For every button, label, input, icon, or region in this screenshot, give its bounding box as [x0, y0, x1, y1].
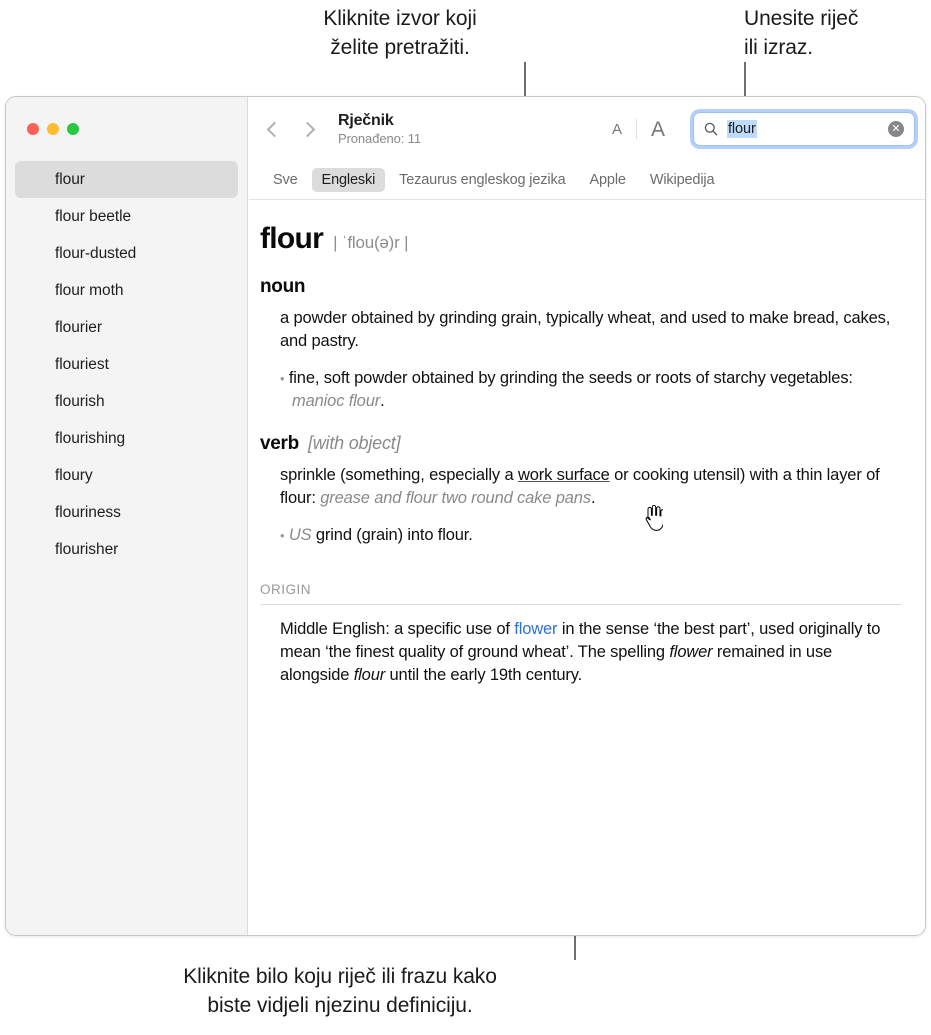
sidebar-item-label: flourier: [55, 318, 102, 336]
origin-text[interactable]: Middle English: a specific use of flower…: [280, 618, 903, 687]
search-value: flour: [727, 120, 757, 138]
sidebar-item-flourisher[interactable]: flourisher: [15, 531, 238, 568]
subsense-period: .: [380, 392, 385, 410]
sidebar-item-label: flour moth: [55, 281, 124, 299]
sidebar-item-flouriness[interactable]: flouriness: [15, 494, 238, 531]
sidebar-item-flour-moth[interactable]: flour moth: [15, 272, 238, 309]
sidebar-item-label: floury: [55, 466, 93, 484]
part-of-speech-noun: noun: [260, 276, 903, 298]
tab-wikipedija[interactable]: Wikipedija: [640, 168, 725, 192]
sidebar-item-flourish[interactable]: flourish: [15, 383, 238, 420]
subsense-example: manioc flour: [292, 392, 381, 410]
cross-reference-link[interactable]: work surface: [518, 466, 610, 484]
search-field-wrapper: flour ✕: [693, 112, 915, 146]
verb-period: .: [590, 489, 596, 507]
sidebar-item-label: flourish: [55, 392, 105, 410]
tab-apple[interactable]: Apple: [579, 168, 635, 192]
callout-search-field: Unesite riječ ili izraz.: [744, 7, 859, 59]
navigation-buttons: [266, 121, 316, 137]
callout-click-word: Kliknite bilo koju riječ ili frazu kako …: [183, 965, 497, 1017]
font-size-controls: A A: [598, 119, 679, 140]
toolbar: Rječnik Pronađeno: 11 A A flour ✕: [249, 97, 925, 161]
decrease-font-button[interactable]: A: [598, 122, 636, 137]
sidebar-item-flourier[interactable]: flourier: [15, 309, 238, 346]
chevron-right-icon[interactable]: [299, 121, 316, 137]
origin-italic-flour: flour: [353, 666, 386, 684]
subsense-text: fine, soft powder obtained by grinding t…: [288, 369, 853, 387]
sidebar-item-label: flouriness: [55, 503, 121, 521]
bullet-icon: •: [280, 371, 285, 386]
zoom-button[interactable]: [67, 123, 79, 135]
found-count: Pronađeno: 11: [338, 131, 422, 146]
sidebar-item-flour-beetle[interactable]: flour beetle: [15, 198, 238, 235]
source-tab-bar: Sve Engleski Tezaurus engleskog jezika A…: [249, 161, 925, 200]
sidebar-item-label: flourishing: [55, 429, 126, 447]
sidebar: flour flour beetle flour-dusted flour mo…: [6, 97, 248, 935]
sidebar-item-flour[interactable]: flour: [15, 161, 238, 198]
regional-label: US: [288, 526, 312, 544]
verb-subsense-1[interactable]: • US grind (grain) into flour.: [280, 524, 903, 547]
sidebar-item-floury[interactable]: floury: [15, 457, 238, 494]
tab-engleski[interactable]: Engleski: [311, 168, 386, 192]
origin-part-1: Middle English: a specific use of: [280, 620, 515, 638]
content-pane: Rječnik Pronađeno: 11 A A flour ✕ Sve En…: [249, 97, 925, 935]
origin-link-flower[interactable]: flower: [514, 620, 557, 638]
sidebar-item-flour-dusted[interactable]: flour-dusted: [15, 235, 238, 272]
sidebar-item-flouriest[interactable]: flouriest: [15, 346, 238, 383]
increase-font-button[interactable]: A: [637, 119, 679, 140]
origin-heading: ORIGIN: [260, 582, 902, 605]
part-of-speech-verb: verb [with object]: [260, 433, 903, 455]
pos-label: noun: [260, 276, 306, 297]
pronunciation: | ˈflou(ə)r |: [333, 233, 409, 252]
headword-row: flour | ˈflou(ə)r |: [260, 222, 903, 256]
verb-sense-1[interactable]: sprinkle (something, especially a work s…: [280, 464, 903, 510]
pos-label: verb: [260, 433, 299, 454]
page-title: Rječnik: [338, 112, 394, 129]
noun-subsense-1[interactable]: • fine, soft powder obtained by grinding…: [280, 367, 903, 413]
tab-sve[interactable]: Sve: [263, 168, 308, 192]
word-list: flour flour beetle flour-dusted flour mo…: [6, 161, 247, 568]
sidebar-item-label: flour beetle: [55, 207, 132, 225]
headword: flour: [260, 222, 324, 255]
noun-sense-1[interactable]: a powder obtained by grinding grain, typ…: [280, 307, 903, 353]
subsense-text: grind (grain) into flour.: [315, 526, 473, 544]
window-controls: [27, 123, 79, 135]
close-button[interactable]: [27, 123, 39, 135]
sidebar-item-label: flour: [55, 170, 85, 188]
sidebar-item-label: flouriest: [55, 355, 109, 373]
screenshot-root: Kliknite izvor koji želite pretražiti. U…: [0, 0, 931, 1035]
dictionary-window: flour flour beetle flour-dusted flour mo…: [5, 96, 926, 936]
pos-note: [with object]: [307, 433, 401, 453]
definition-body: flour | ˈflou(ə)r | noun a powder obtain…: [249, 200, 925, 687]
sidebar-item-flourishing[interactable]: flourishing: [15, 420, 238, 457]
title-block: Rječnik Pronađeno: 11: [338, 111, 421, 147]
chevron-left-icon[interactable]: [266, 121, 283, 137]
search-icon: [704, 122, 718, 136]
sidebar-item-label: flour-dusted: [55, 244, 137, 262]
minimize-button[interactable]: [47, 123, 59, 135]
verb-sense-pre: sprinkle (something, especially a: [280, 466, 518, 484]
origin-italic-flower: flower: [669, 643, 713, 661]
search-input[interactable]: flour ✕: [693, 112, 915, 146]
sidebar-item-label: flourisher: [55, 540, 119, 558]
clear-search-icon[interactable]: ✕: [888, 121, 904, 137]
callout-source-tabs: Kliknite izvor koji želite pretražiti.: [323, 7, 477, 59]
tab-tezaurus[interactable]: Tezaurus engleskog jezika: [389, 168, 575, 192]
origin-part-4: until the early 19th century.: [385, 666, 583, 684]
bullet-icon: •: [280, 528, 285, 543]
verb-example: grease and flour two round cake pans: [320, 489, 591, 507]
